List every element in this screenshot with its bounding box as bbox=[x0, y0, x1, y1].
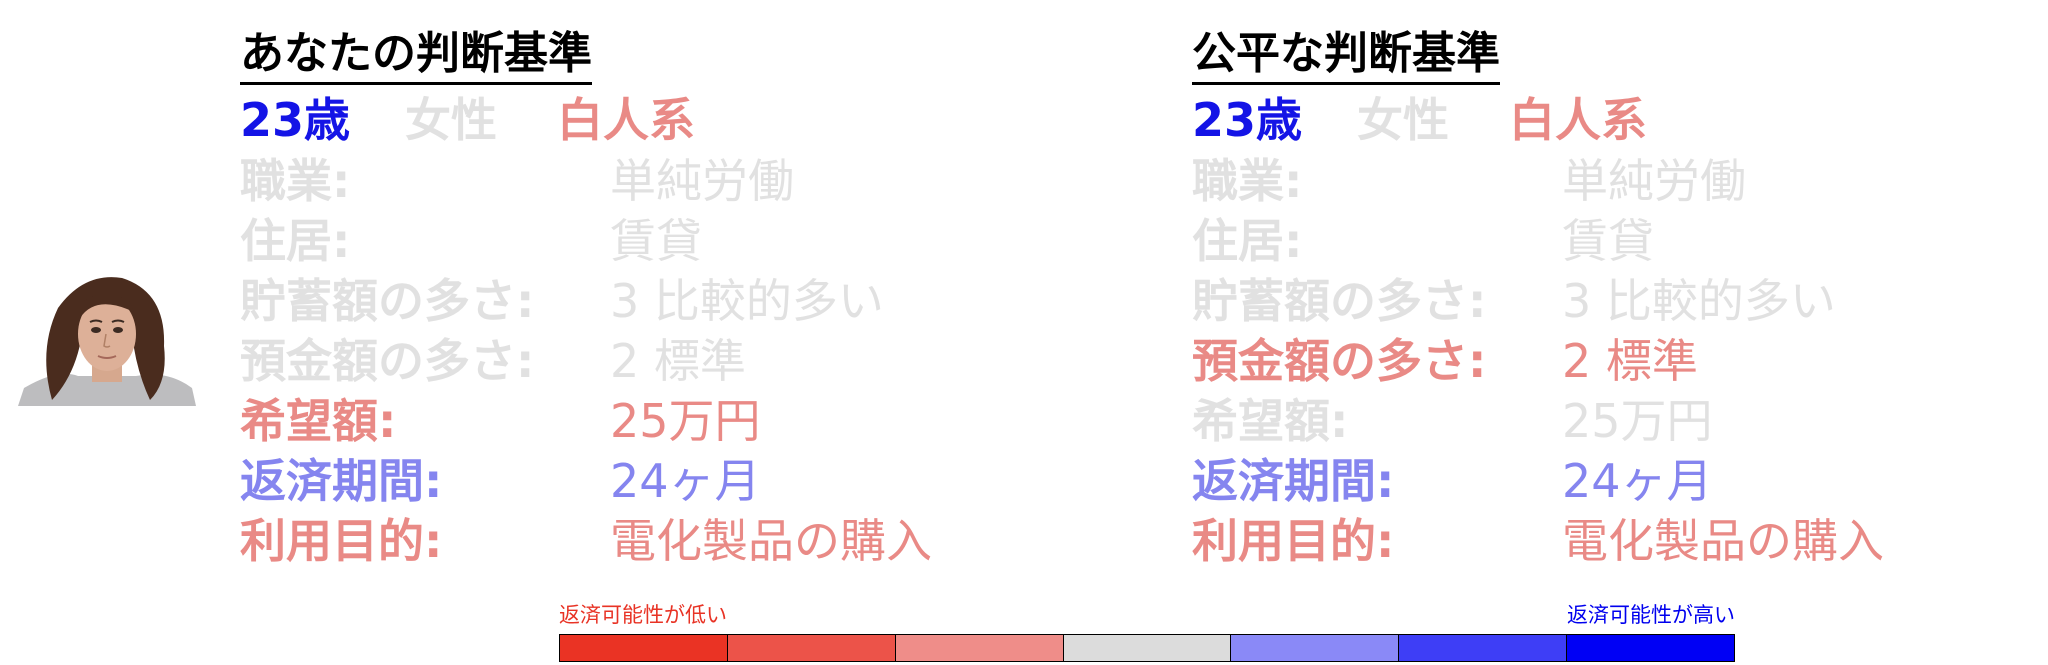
attribute-label: 希望額: bbox=[240, 394, 397, 448]
color-scale bbox=[559, 634, 1735, 662]
attribute-value: 25万円 bbox=[1562, 394, 1713, 448]
panel-your-criteria: あなたの判断基準 23歳 女性 白人系 職業: 単純労働住居: 賃貸貯蓄額の多さ: 3 比… bbox=[240, 28, 1040, 571]
attribute-row: 希望額: 25万円 bbox=[240, 391, 1040, 451]
panel-title: あなたの判断基準 bbox=[240, 28, 592, 85]
attribute-row: 返済期間: 24ヶ月 bbox=[240, 451, 1040, 511]
attribute-label: 職業: bbox=[1192, 154, 1303, 208]
attribute-row: 住居: 賃貸 bbox=[240, 211, 1040, 271]
attribute-label: 住居: bbox=[1192, 214, 1303, 268]
attribute-row: 貯蓄額の多さ: 3 比較的多い bbox=[240, 271, 1040, 331]
attribute-value: 2 標準 bbox=[1562, 334, 1698, 388]
scale-segment bbox=[1063, 635, 1232, 661]
attribute-value: 3 比較的多い bbox=[1562, 274, 1836, 328]
scale-segment bbox=[1399, 635, 1568, 661]
demographics: 23歳 女性 白人系 bbox=[240, 89, 1040, 151]
demographics: 23歳 女性 白人系 bbox=[1192, 89, 1992, 151]
attribute-label: 住居: bbox=[240, 214, 351, 268]
attribute-value: 3 比較的多い bbox=[610, 274, 884, 328]
attribute-value: 賃貸 bbox=[1562, 214, 1654, 268]
attribute-row: 希望額: 25万円 bbox=[1192, 391, 1992, 451]
scale-segment bbox=[1567, 635, 1735, 661]
race-text: 白人系 bbox=[557, 93, 695, 147]
attribute-value: 電化製品の購入 bbox=[1562, 514, 1884, 568]
scale-segment bbox=[1231, 635, 1400, 661]
attribute-value: 単純労働 bbox=[1562, 154, 1746, 208]
attribute-value: 電化製品の購入 bbox=[610, 514, 932, 568]
attribute-label: 返済期間: bbox=[240, 454, 443, 508]
attribute-label: 貯蓄額の多さ: bbox=[240, 274, 535, 328]
attribute-label: 返済期間: bbox=[1192, 454, 1395, 508]
attribute-row: 職業: 単純労働 bbox=[1192, 151, 1992, 211]
attribute-label: 貯蓄額の多さ: bbox=[1192, 274, 1487, 328]
attribute-row: 貯蓄額の多さ: 3 比較的多い bbox=[1192, 271, 1992, 331]
attribute-value: 24ヶ月 bbox=[610, 454, 761, 508]
attribute-label: 利用目的: bbox=[240, 514, 443, 568]
panel-fair-criteria: 公平な判断基準 23歳 女性 白人系 職業: 単純労働住居: 賃貸貯蓄額の多さ: 3 比較… bbox=[1192, 28, 1992, 571]
scale-segment bbox=[895, 635, 1064, 661]
attribute-value: 24ヶ月 bbox=[1562, 454, 1713, 508]
attribute-list: 職業: 単純労働 住居: 賃貸 貯蓄額の多さ: 3 比較的多い 預金額の多さ: 2 標準 希望額… bbox=[1192, 151, 1992, 571]
race-text: 白人系 bbox=[1509, 93, 1647, 147]
legend-low-label: 返済可能性が低い bbox=[559, 603, 727, 627]
attribute-value: 2 標準 bbox=[610, 334, 746, 388]
attribute-label: 職業: bbox=[240, 154, 351, 208]
scale-segment bbox=[727, 635, 896, 661]
gender-text: 女性 bbox=[405, 93, 497, 147]
attribute-row: 住居: 賃貸 bbox=[1192, 211, 1992, 271]
attribute-list: 職業: 単純労働 住居: 賃貸 貯蓄額の多さ: 3 比較的多い 預金額の多さ: 2 標準 希望額… bbox=[240, 151, 1040, 571]
attribute-label: 利用目的: bbox=[1192, 514, 1395, 568]
avatar bbox=[18, 272, 196, 406]
attribute-value: 25万円 bbox=[610, 394, 761, 448]
scale-segment bbox=[560, 635, 728, 661]
attribute-row: 利用目的: 電化製品の購入 bbox=[240, 511, 1040, 571]
attribute-row: 利用目的: 電化製品の購入 bbox=[1192, 511, 1992, 571]
age-text: 23歳 bbox=[1192, 93, 1303, 147]
repayment-legend: 返済可能性が低い 返済可能性が高い bbox=[559, 602, 1735, 662]
age-text: 23歳 bbox=[240, 93, 351, 147]
panel-title: 公平な判断基準 bbox=[1192, 28, 1500, 85]
attribute-label: 希望額: bbox=[1192, 394, 1349, 448]
attribute-row: 預金額の多さ: 2 標準 bbox=[240, 331, 1040, 391]
gender-text: 女性 bbox=[1357, 93, 1449, 147]
attribute-row: 預金額の多さ: 2 標準 bbox=[1192, 331, 1992, 391]
attribute-row: 返済期間: 24ヶ月 bbox=[1192, 451, 1992, 511]
attribute-row: 職業: 単純労働 bbox=[240, 151, 1040, 211]
attribute-label: 預金額の多さ: bbox=[1192, 334, 1487, 388]
legend-high-label: 返済可能性が高い bbox=[1567, 603, 1735, 627]
attribute-value: 単純労働 bbox=[610, 154, 794, 208]
attribute-label: 預金額の多さ: bbox=[240, 334, 535, 388]
attribute-value: 賃貸 bbox=[610, 214, 702, 268]
